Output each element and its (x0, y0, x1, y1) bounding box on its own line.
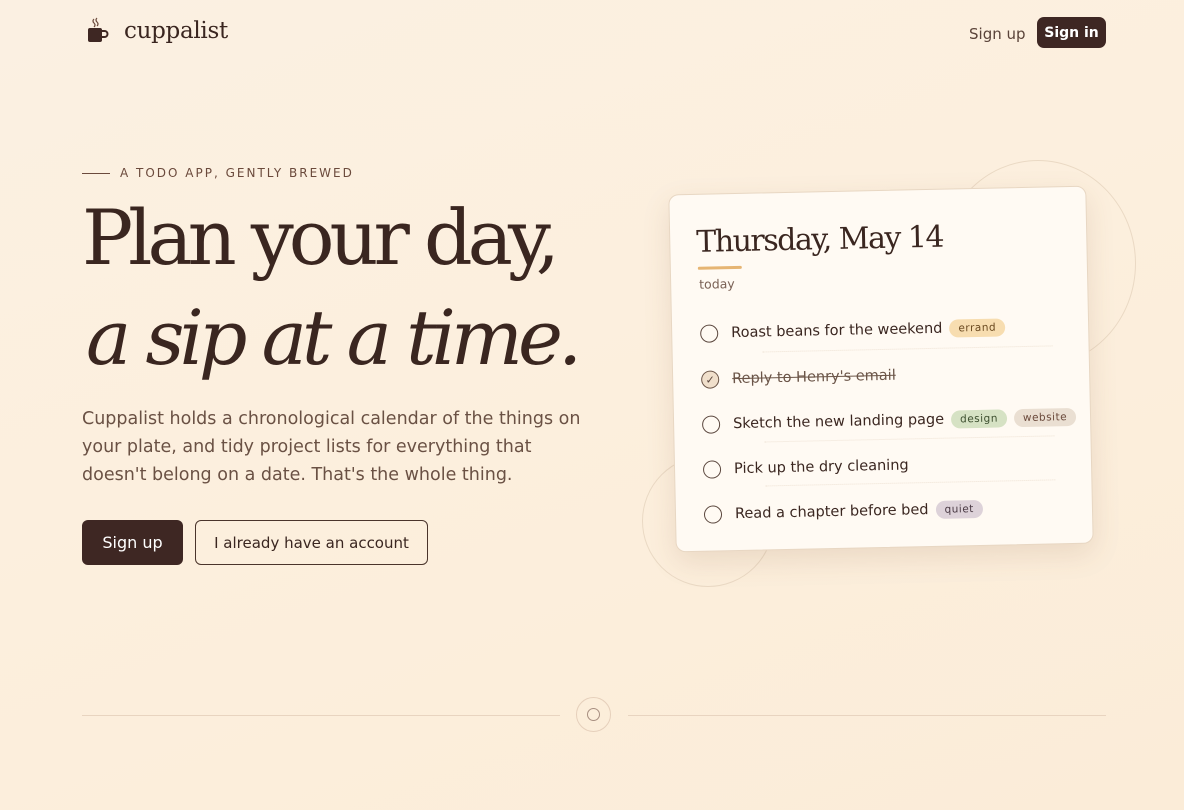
task-label: Pick up the dry cleaning (733, 457, 909, 478)
task-item[interactable]: Sketch the new landing page design websi… (701, 407, 1077, 434)
footer-divider-right (628, 715, 1106, 716)
task-item[interactable]: Read a chapter before bed quiet (703, 498, 1064, 524)
headline-line-2: a sip at a time. (86, 293, 582, 382)
circle-icon (587, 708, 600, 721)
existing-account-button[interactable]: I already have an account (195, 520, 428, 565)
coffee-cup-icon (86, 16, 110, 46)
top-nav: cuppalist Sign up Sign in (0, 0, 1184, 66)
task-checkbox[interactable] (702, 460, 722, 479)
footer-divider-left (82, 715, 560, 716)
eyebrow: A TODO APP, GENTLY BREWED (82, 166, 354, 180)
nav-signup-link[interactable]: Sign up (960, 21, 1035, 47)
task-item[interactable]: ✓ Reply to Henry's email (700, 363, 1061, 389)
task-divider (762, 345, 1053, 354)
footer-ornament (576, 697, 611, 732)
headline-line-1: Plan your day, (82, 193, 560, 282)
signup-button[interactable]: Sign up (82, 520, 183, 565)
check-icon: ✓ (705, 372, 715, 387)
task-label: Roast beans for the weekend (731, 320, 943, 342)
task-item[interactable]: Pick up the dry cleaning (702, 453, 1063, 479)
task-label: Reply to Henry's email (732, 367, 896, 388)
task-checkbox-checked[interactable]: ✓ (700, 370, 720, 389)
tag-quiet: quiet (935, 499, 984, 519)
date-underline (697, 265, 742, 270)
task-checkbox[interactable] (703, 505, 723, 524)
today-card: Thursday, May 14 today Roast beans for t… (668, 185, 1094, 553)
task-checkbox[interactable] (700, 324, 719, 343)
brand-name: cuppalist (124, 18, 228, 44)
task-item[interactable]: Roast beans for the weekend errand (700, 317, 1060, 343)
tag-website: website (1013, 407, 1077, 428)
task-divider (765, 479, 1056, 488)
tag-errand: errand (949, 318, 1006, 338)
eyebrow-rule (82, 172, 110, 174)
card-subtitle: today (699, 276, 735, 292)
task-checkbox[interactable] (701, 415, 721, 434)
eyebrow-text: A TODO APP, GENTLY BREWED (120, 166, 354, 180)
tag-design: design (950, 409, 1008, 429)
task-label: Sketch the new landing page (732, 411, 945, 433)
nav-signin-button[interactable]: Sign in (1037, 17, 1106, 48)
task-label: Read a chapter before bed (734, 502, 929, 523)
task-divider (764, 435, 1055, 444)
brand-logo[interactable]: cuppalist (86, 16, 228, 46)
hero-description: Cuppalist holds a chronological calendar… (82, 409, 581, 485)
card-date: Thursday, May 14 (695, 219, 944, 260)
